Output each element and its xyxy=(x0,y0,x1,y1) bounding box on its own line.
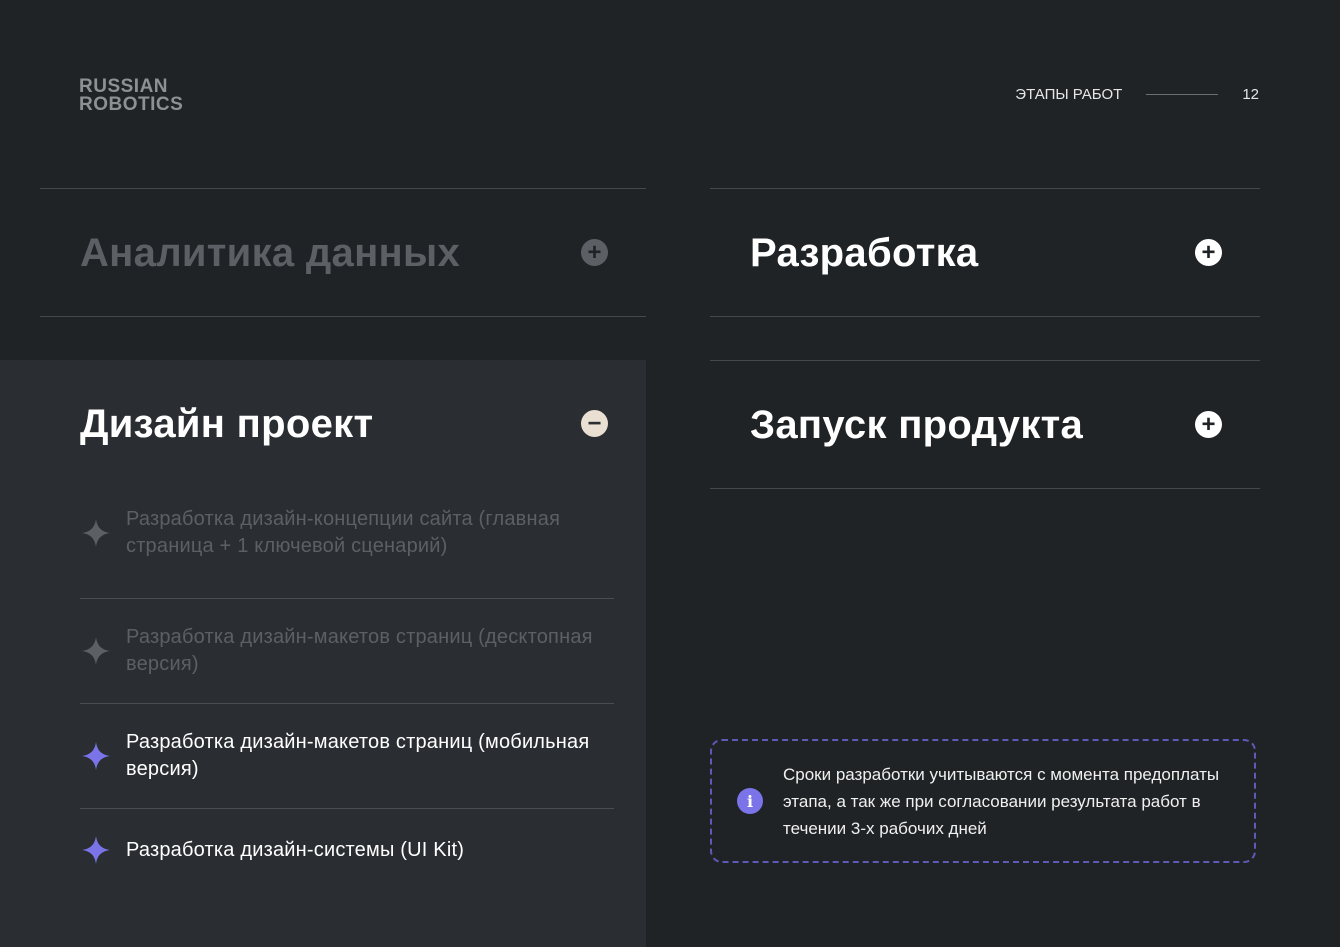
info-icon: i xyxy=(737,788,763,814)
divider xyxy=(80,808,614,809)
minus-circle-icon[interactable]: − xyxy=(581,410,608,437)
sparkle-icon xyxy=(82,742,110,770)
divider xyxy=(80,598,614,599)
page-header: ЭТАПЫ РАБОТ 12 xyxy=(1015,84,1259,104)
list-item-text: Разработка дизайн-системы (UI Kit) xyxy=(126,838,465,861)
brand-logo: RUSSIAN ROBOTICS xyxy=(79,77,184,115)
divider xyxy=(40,316,646,317)
section-title: ЭТАПЫ РАБОТ xyxy=(1015,85,1123,103)
list-item: Разработка дизайн-макетов страниц (дескт… xyxy=(80,624,614,678)
list-item-text: Разработка дизайн-концепции сайта (главн… xyxy=(126,508,561,557)
sparkle-icon xyxy=(82,637,110,665)
divider xyxy=(40,188,646,189)
page-number: 12 xyxy=(1242,85,1259,103)
plus-circle-icon[interactable]: + xyxy=(581,239,608,266)
divider xyxy=(710,488,1260,489)
plus-circle-icon[interactable]: + xyxy=(1195,239,1222,266)
accordion-title-analytics[interactable]: Аналитика данных xyxy=(80,229,460,277)
list-item-text: Разработка дизайн-макетов страниц (мобил… xyxy=(126,731,590,780)
accordion-title-launch[interactable]: Запуск продукта xyxy=(750,401,1083,449)
info-note: i Сроки разработки учитываются с момента… xyxy=(710,739,1256,863)
brand-line-2: ROBOTICS xyxy=(79,94,184,115)
divider xyxy=(80,703,614,704)
info-note-text: Сроки разработки учитываются с момента п… xyxy=(783,764,1220,838)
sparkle-icon xyxy=(82,519,110,547)
accordion-title-development[interactable]: Разработка xyxy=(750,229,978,277)
list-item: Разработка дизайн-макетов страниц (мобил… xyxy=(80,729,614,783)
accordion-title-design[interactable]: Дизайн проект xyxy=(80,400,373,448)
sparkle-icon xyxy=(82,836,110,864)
list-item: Разработка дизайн-системы (UI Kit) xyxy=(80,833,614,867)
plus-circle-icon[interactable]: + xyxy=(1195,411,1222,438)
divider xyxy=(710,188,1260,189)
list-item-text: Разработка дизайн-макетов страниц (дескт… xyxy=(126,626,593,675)
divider xyxy=(710,360,1260,361)
header-separator xyxy=(1146,93,1219,95)
divider xyxy=(710,316,1260,317)
list-item: Разработка дизайн-концепции сайта (главн… xyxy=(80,492,614,574)
